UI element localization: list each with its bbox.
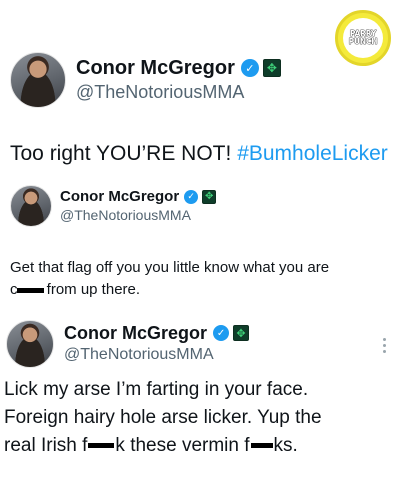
tweet-1: Conor McGregor ✓ ✥ @TheNotoriousMMA Too … <box>0 0 400 175</box>
tweet-text: Too right YOU’RE NOT! #BumholeLicker <box>10 141 388 167</box>
more-options-icon[interactable] <box>381 336 388 355</box>
display-name[interactable]: Conor McGregor <box>60 187 179 206</box>
tweet-3: Conor McGregor ✓ ✥ @TheNotoriousMMA Lick… <box>0 303 400 500</box>
tweet-text-part: Too right YOU’RE NOT! <box>10 142 238 165</box>
affiliate-badge-icon[interactable]: ✥ <box>233 325 250 341</box>
screenshot: PARRY PUNCH Conor McGregor ✓ ✥ @TheNotor… <box>0 0 400 500</box>
avatar[interactable] <box>10 52 66 108</box>
tweet-text-part: ks. <box>273 435 298 456</box>
redaction-bar <box>16 287 44 293</box>
tweet-text-part: real Irish f <box>4 435 88 456</box>
display-name[interactable]: Conor McGregor <box>76 56 235 80</box>
avatar[interactable] <box>10 185 52 227</box>
tweet-text-line: Foreign hairy hole arse licker. Yup the <box>4 407 322 428</box>
tweet-text-line: Lick my arse I’m farting in your face. <box>4 379 309 400</box>
avatar[interactable] <box>6 320 54 368</box>
tweet-text-part: k these vermin f <box>115 435 250 456</box>
tweet-text-line: Get that flag off you you little know wh… <box>10 259 330 276</box>
affiliate-badge-icon[interactable]: ✥ <box>262 59 281 77</box>
redaction-bar <box>88 443 115 449</box>
tweet-text: Lick my arse I’m farting in your face. F… <box>4 376 396 460</box>
tweet-text-line: real Irish f k these vermin f ks. <box>4 432 396 460</box>
verified-check-icon: ✓ <box>184 189 199 204</box>
tweet-text-part: from up there. <box>42 281 141 298</box>
affiliate-badge-icon[interactable]: ✥ <box>202 189 217 204</box>
tweet-header: Conor McGregor ✓ ✥ @TheNotoriousMMA <box>10 52 281 108</box>
handle[interactable]: @TheNotoriousMMA <box>64 344 249 366</box>
tweet-header: Conor McGregor ✓ ✥ @TheNotoriousMMA <box>10 185 217 227</box>
handle[interactable]: @TheNotoriousMMA <box>76 80 281 104</box>
display-name[interactable]: Conor McGregor <box>64 322 207 344</box>
verified-check-icon: ✓ <box>213 325 230 341</box>
handle[interactable]: @TheNotoriousMMA <box>60 206 216 225</box>
tweet-header: Conor McGregor ✓ ✥ @TheNotoriousMMA <box>6 320 250 368</box>
tweet-text: Get that flag off you you little know wh… <box>10 257 395 301</box>
tweet-2: Conor McGregor ✓ ✥ @TheNotoriousMMA Get … <box>0 175 400 303</box>
tweet-text-line: c from up there. <box>10 279 395 301</box>
redaction-bar <box>250 443 273 449</box>
verified-check-icon: ✓ <box>240 59 259 77</box>
hashtag-link[interactable]: #BumholeLicker <box>237 142 388 165</box>
